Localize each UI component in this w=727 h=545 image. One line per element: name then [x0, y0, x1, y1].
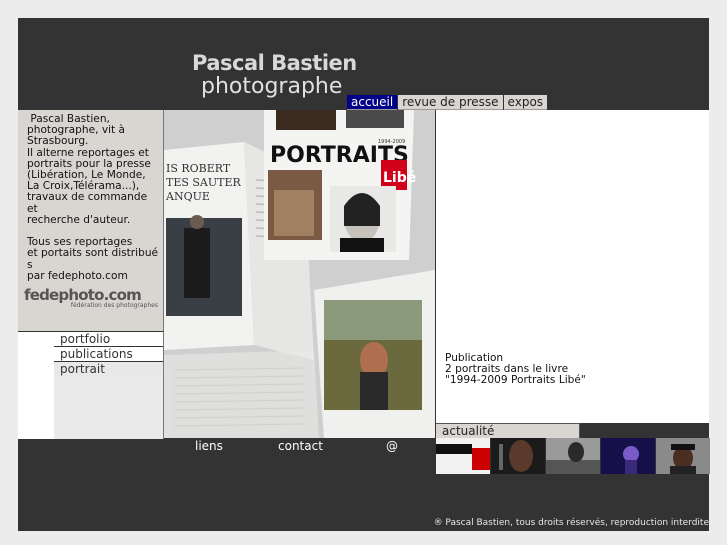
cover-brand: Libé	[383, 170, 416, 186]
bio-panel: Pascal Bastien, photographe, vit à Stras…	[18, 110, 164, 331]
left-page-heading-3: ANQUE	[165, 190, 210, 203]
thumb-hat-man[interactable]	[656, 438, 710, 474]
side-nav: portfolio publications portrait	[18, 331, 164, 439]
copyright-text: ® Pascal Bastien, tous droits réservés, …	[433, 518, 709, 528]
left-page-heading-1: IS ROBERT	[166, 162, 231, 175]
site-title: Pascal Bastien	[192, 51, 357, 75]
site-subtitle: photographe	[201, 74, 343, 99]
news-line-3: "1994-2009 Portraits Libé"	[445, 374, 586, 386]
thumb-portraits-libe[interactable]	[436, 438, 490, 474]
tab-accueil[interactable]: accueil	[347, 95, 398, 110]
thumb-musician[interactable]	[491, 438, 545, 474]
news-text: Publication 2 portraits dans le livre "1…	[445, 353, 586, 386]
news-panel: Publication 2 portraits dans le livre "1…	[436, 110, 709, 423]
fedephoto-logo[interactable]: fedephoto.com fédération des photographe…	[24, 286, 158, 309]
tab-actualite[interactable]: actualité	[436, 423, 580, 438]
thumbnail-strip	[436, 438, 711, 474]
top-tabs: accueil revue de presse expos	[347, 95, 548, 110]
nav-filler	[54, 376, 163, 439]
left-page-heading-2: TES SAUTER	[166, 176, 242, 189]
nav-contact[interactable]: contact	[278, 439, 323, 453]
featured-photo: IS ROBERT TES SAUTER ANQUE 1994-2009 POR…	[164, 110, 435, 438]
nav-item-portrait[interactable]: portrait	[54, 362, 163, 376]
thumb-concert[interactable]	[601, 438, 655, 474]
email-link[interactable]: @	[386, 439, 398, 453]
nav-liens[interactable]: liens	[195, 439, 223, 453]
site-frame: Pascal Bastien photographe accueil revue…	[18, 18, 711, 531]
tab-expos[interactable]: expos	[503, 95, 548, 110]
magazine-spread-image: IS ROBERT TES SAUTER ANQUE 1994-2009 POR…	[164, 110, 435, 438]
thumb-performer[interactable]	[546, 438, 600, 474]
nav-item-portfolio[interactable]: portfolio	[54, 332, 163, 347]
tab-revue-de-presse[interactable]: revue de presse	[398, 95, 503, 110]
bio-text: Pascal Bastien, photographe, vit à Stras…	[27, 113, 159, 282]
nav-item-publications[interactable]: publications	[54, 347, 163, 362]
